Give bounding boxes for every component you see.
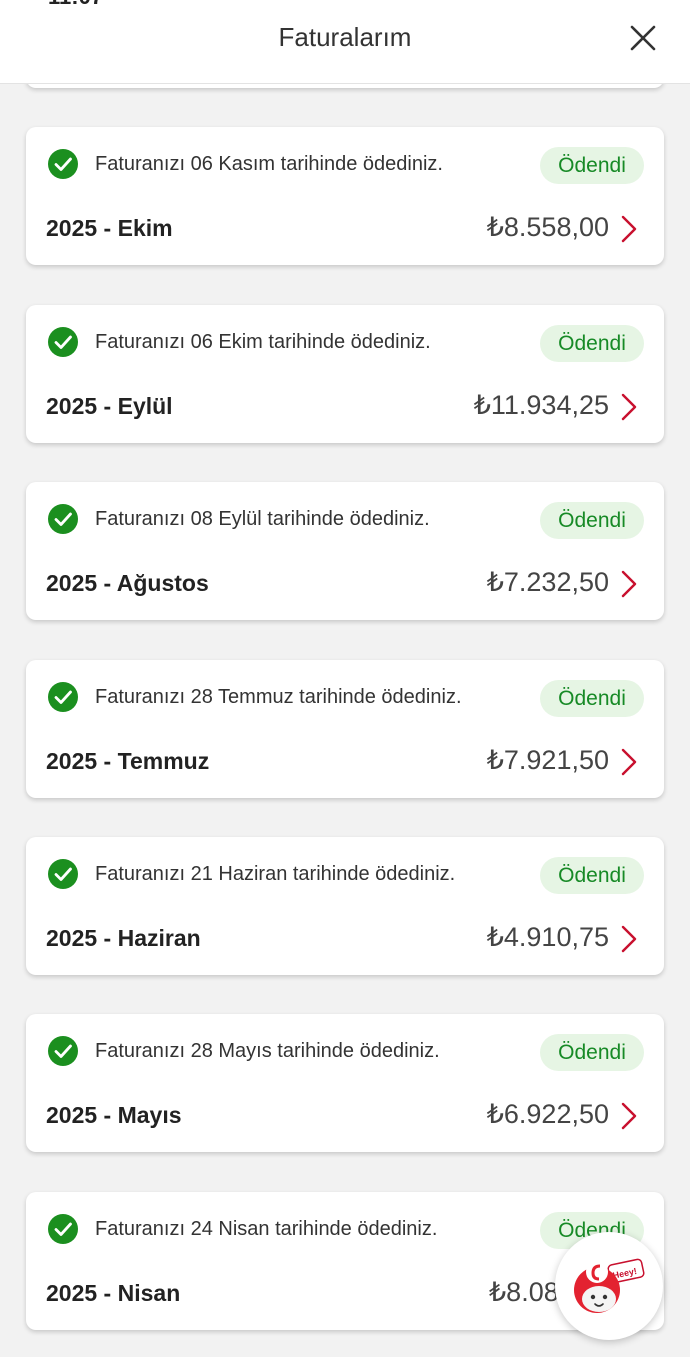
check-circle-icon	[48, 327, 78, 357]
chevron-right-icon[interactable]	[620, 924, 638, 954]
close-icon	[630, 25, 656, 51]
invoice-card[interactable]: Faturanızı 06 Ekim tarihinde ödediniz. Ö…	[26, 305, 664, 443]
invoice-amount: ₺11.934,25	[473, 390, 609, 420]
invoice-period: 2025 - Ekim	[46, 215, 173, 241]
invoice-period: 2025 - Eylül	[46, 393, 173, 419]
chevron-right-icon[interactable]	[620, 392, 638, 422]
chevron-right-icon[interactable]	[620, 1101, 638, 1131]
invoice-amount: ₺6.922,50	[486, 1099, 609, 1129]
check-circle-icon	[48, 504, 78, 534]
invoice-card[interactable]: Faturanızı 08 Eylül tarihinde ödediniz. …	[26, 482, 664, 620]
payment-message: Faturanızı 21 Haziran tarihinde ödediniz…	[95, 863, 456, 885]
check-circle-icon	[48, 1036, 78, 1066]
status-bar: 11:07	[0, 0, 690, 9]
invoice-period: 2025 - Mayıs	[46, 1102, 182, 1128]
payment-message: Faturanızı 06 Kasım tarihinde ödediniz.	[95, 153, 443, 175]
invoice-amount: ₺4.910,75	[486, 922, 609, 952]
check-circle-icon	[48, 859, 78, 889]
chevron-right-icon[interactable]	[620, 569, 638, 599]
check-circle-icon	[48, 682, 78, 712]
chevron-right-icon[interactable]	[620, 214, 638, 244]
invoice-card[interactable]: Faturanızı 06 Kasım tarihinde ödediniz. …	[26, 127, 664, 265]
payment-message: Faturanızı 24 Nisan tarihinde ödediniz.	[95, 1218, 438, 1240]
status-badge: Ödendi	[540, 857, 644, 894]
status-badge: Ödendi	[540, 680, 644, 717]
invoice-card[interactable]: Faturanızı 21 Haziran tarihinde ödediniz…	[26, 837, 664, 975]
chevron-right-icon[interactable]	[620, 747, 638, 777]
invoice-period: 2025 - Nisan	[46, 1280, 181, 1306]
invoice-period: 2025 - Haziran	[46, 925, 201, 951]
assistant-bot-icon: Heey!	[574, 1258, 645, 1313]
payment-message: Faturanızı 28 Mayıs tarihinde ödediniz.	[95, 1040, 440, 1062]
status-badge: Ödendi	[540, 325, 644, 362]
payment-message: Faturanızı 28 Temmuz tarihinde ödediniz.	[95, 686, 462, 708]
invoice-card[interactable]: Faturanızı 28 Mayıs tarihinde ödediniz. …	[26, 1014, 664, 1152]
payment-message: Faturanızı 06 Ekim tarihinde ödediniz.	[95, 331, 431, 353]
invoice-amount: ₺8.558,00	[486, 212, 609, 242]
check-circle-icon	[48, 149, 78, 179]
status-badge: Ödendi	[540, 502, 644, 539]
status-time: 11:07	[48, 0, 103, 10]
app-header: 11:07 Faturalarım	[0, 0, 690, 84]
status-badge: Ödendi	[540, 1034, 644, 1071]
payment-message: Faturanızı 08 Eylül tarihinde ödediniz.	[95, 508, 430, 530]
invoice-amount: ₺7.232,50	[486, 567, 609, 597]
invoice-period: 2025 - Temmuz	[46, 748, 210, 774]
status-badge: Ödendi	[540, 147, 644, 184]
invoice-amount: ₺8.08	[489, 1277, 559, 1307]
check-circle-icon	[48, 1214, 78, 1244]
chat-assistant-button[interactable]: Heey!	[555, 1232, 663, 1340]
page-title: Faturalarım	[278, 22, 412, 52]
invoice-amount: ₺7.921,50	[486, 745, 609, 775]
invoice-period: 2025 - Ağustos	[46, 570, 209, 596]
invoice-card[interactable]: Faturanızı 28 Temmuz tarihinde ödediniz.…	[26, 660, 664, 798]
close-button[interactable]	[626, 21, 660, 55]
